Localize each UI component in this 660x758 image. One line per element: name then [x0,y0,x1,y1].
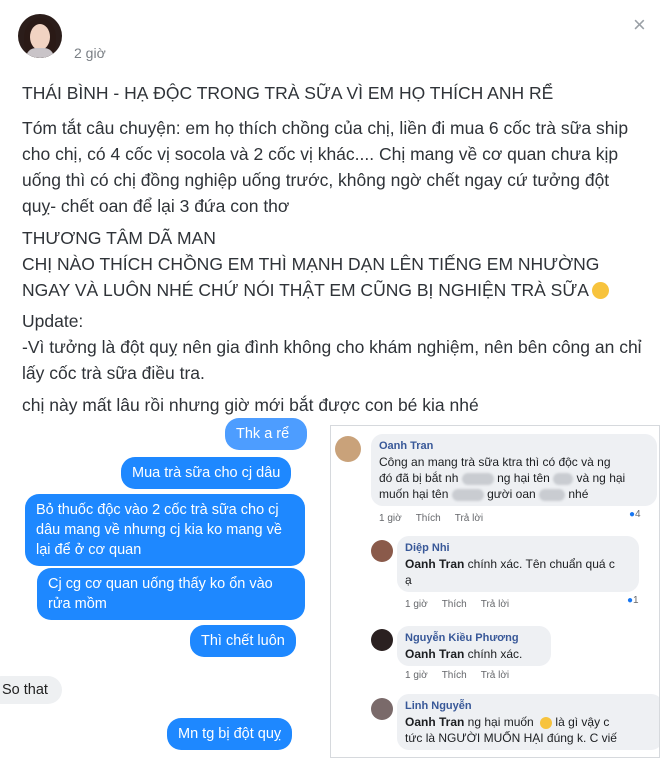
commenter-avatar [371,629,393,651]
post-update: Update: -Vì tưởng là đột quỵ nên gia đìn… [22,308,642,386]
comment-bubble: Nguyễn Kiều Phương Oanh Tran chính xác. [397,626,551,666]
commenter-avatar [371,698,393,720]
comment-text-line1: Công an mang trà sữa ktra thì có độc và … [379,455,611,469]
smile-emoji-icon [540,717,553,729]
comment-text-part: nhé [568,487,589,501]
comment-actions: 1 giờ Thích Trả lời [405,599,523,610]
comment-text: ng hại muốn [464,715,534,729]
commenter-name[interactable]: Linh Nguyễn [405,698,655,714]
post-shout-line2: CHỊ NÀO THÍCH CHỒNG EM THÌ MẠNH DẠN LÊN … [22,251,642,303]
chat-bubble-sent: Bỏ thuốc độc vào 2 cốc trà sữa cho cj dâ… [25,494,305,566]
like-link[interactable]: Thích [442,599,467,610]
comment-text-part: muốn hại tên [379,487,449,501]
chat-bubble-sent: Mua trà sữa cho cj dâu [121,457,292,489]
comment-text-line2: ạ [405,573,412,587]
avatar-face [30,24,50,50]
chat-bubble-sent: Thì chết luôn [190,625,296,657]
update-label: Update: [22,311,84,331]
comment-text: chính xác. [464,647,523,661]
comment-time[interactable]: 1 giờ [405,599,428,610]
reply-link[interactable]: Trả lời [481,670,509,681]
reaction-number: 4 [635,509,641,520]
update-text: -Vì tưởng là đột quỵ nên gia đình không … [22,337,642,383]
comment-text-line1: Oanh Tran chính xác. [405,646,543,662]
comment-text-part: và ng hại [576,471,626,485]
chat-bubble-partial: Thk a rể [225,418,307,450]
comment-time[interactable]: 1 giờ [405,670,428,681]
comments-screenshot: Oanh Tran Công an mang trà sữa ktra thì … [330,425,660,758]
comment-text-line2: đó đã bị bắt nh ng hại tên và ng hại [379,470,649,486]
post-closing: chị này mất lâu rồi nhưng giờ mới bắt đư… [22,395,479,415]
facebook-post-card: × 2 giờ THÁI BÌNH - HẠ ĐỘC TRONG TRÀ SỮA… [0,0,660,758]
comment-text-line1: Oanh Tran chính xác. Tên chuẩn quá c [405,556,631,572]
commenter-name[interactable]: Oanh Tran [379,438,649,454]
commenter-avatar [371,540,393,562]
commenter-name[interactable]: Nguyễn Kiều Phương [405,630,543,646]
comment-text-part: gười oan [487,487,536,501]
comment-mention[interactable]: Oanh Tran [405,647,464,661]
comment-text-part: ng hại tên [497,471,550,485]
post-timestamp[interactable]: 2 giờ [74,45,106,61]
comment-text-part: đó đã bị bắt nh [379,471,459,485]
blurred-text [553,472,574,485]
author-avatar[interactable] [18,14,62,58]
comment-time[interactable]: 1 giờ [379,513,402,524]
reply-link[interactable]: Trả lời [455,513,483,524]
post-summary: Tóm tắt câu chuyện: em họ thích chồng củ… [22,118,629,216]
comment-actions: 1 giờ Thích Trả lời [379,513,497,524]
blurred-text [451,488,484,501]
avatar-shirt [26,48,54,58]
comment-bubble: Linh Nguyễn Oanh Tran ng hại muốn là gì … [397,694,659,750]
close-icon[interactable]: × [633,14,646,36]
comment-mention[interactable]: Oanh Tran [405,557,464,571]
comment-bubble: Oanh Tran Công an mang trà sữa ktra thì … [371,434,657,506]
comment-actions: 1 giờ Thích Trả lời [405,670,523,681]
post-shout: THƯƠNG TÂM DÃ MAN CHỊ NÀO THÍCH CHỒNG EM… [22,225,642,303]
reply-link[interactable]: Trả lời [481,599,509,610]
like-link[interactable]: Thích [442,670,467,681]
reaction-count: ●1 [627,595,639,606]
relieved-face-emoji-icon [591,282,609,299]
commenter-avatar [335,436,361,462]
reaction-number: 1 [633,595,639,606]
comment-text-line1: Oanh Tran ng hại muốn là gì vậy c [405,714,655,730]
comment-text: chính xác. Tên chuẩn quá c [464,557,615,571]
chat-bubble-sent: Cj cg cơ quan uống thấy ko ổn vào rửa mồ… [37,568,305,620]
comment-text-line3: muốn hại tên gười oan nhé [379,486,649,502]
chat-bubble-received: So that [0,676,62,704]
comment-text: là gì vậy c [552,715,610,729]
commenter-name[interactable]: Diệp Nhi [405,540,631,556]
comment-mention[interactable]: Oanh Tran [405,715,464,729]
reaction-count: ●4 [629,509,641,520]
post-shout-text: CHỊ NÀO THÍCH CHỒNG EM THÌ MẠNH DẠN LÊN … [22,254,600,300]
blurred-text [461,472,494,485]
post-title: THÁI BÌNH - HẠ ĐỘC TRONG TRÀ SỮA VÌ EM H… [22,83,554,103]
chat-bubble-sent: Mn tg bị đột quỵ [167,718,293,750]
comment-text-line2: tức là NGƯỜI MUỐN HẠI đúng k. C viế [405,731,617,745]
post-shout-line1: THƯƠNG TÂM DÃ MAN [22,228,216,248]
like-link[interactable]: Thích [416,513,441,524]
comment-bubble: Diệp Nhi Oanh Tran chính xác. Tên chuẩn … [397,536,639,592]
blurred-text [539,488,566,501]
